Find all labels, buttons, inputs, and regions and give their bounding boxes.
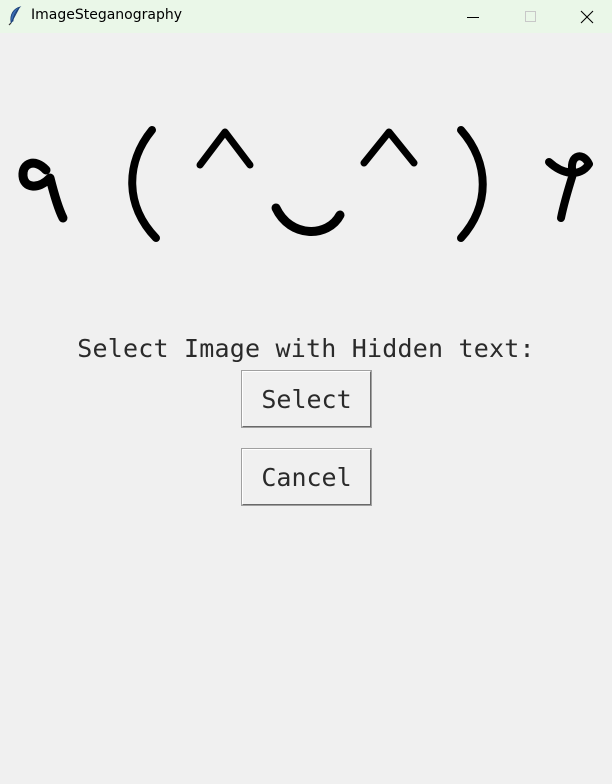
- minimize-icon: [467, 16, 479, 18]
- prompt-label: Select Image with Hidden text:: [77, 334, 535, 363]
- maximize-button[interactable]: [502, 0, 560, 33]
- title-bar[interactable]: ImageSteganography: [0, 0, 612, 33]
- kaomoji-glyphs: [18, 126, 593, 242]
- maximize-icon: [525, 10, 536, 22]
- cancel-button[interactable]: Cancel: [241, 448, 372, 506]
- close-button[interactable]: [561, 0, 612, 33]
- feather-icon: [8, 6, 22, 26]
- app-window: ImageSteganography Select Image with Hid…: [0, 0, 612, 784]
- select-button[interactable]: Select: [241, 370, 372, 428]
- minimize-button[interactable]: [444, 0, 502, 33]
- window-title: ImageSteganography: [31, 7, 183, 23]
- close-icon: [580, 10, 593, 23]
- kaomoji-banner: [18, 126, 593, 242]
